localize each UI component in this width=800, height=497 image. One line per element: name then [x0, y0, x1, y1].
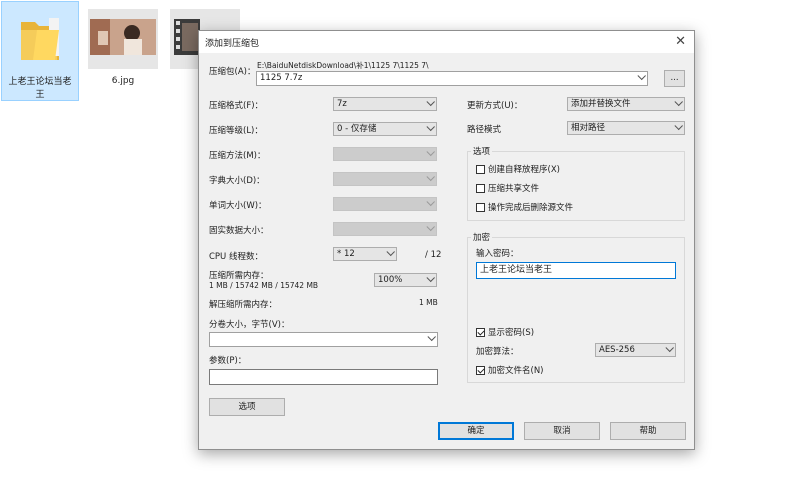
- shared-label: 压缩共享文件: [488, 184, 540, 194]
- cpu-total: / 12: [425, 250, 442, 260]
- decomp-label: 解压缩所需内存：: [209, 300, 278, 310]
- archive-name-combo[interactable]: 1125 7.7z: [256, 71, 648, 86]
- format-select[interactable]: 7z: [333, 97, 437, 111]
- checkbox-box[interactable]: [476, 365, 485, 375]
- cpu-select[interactable]: * 12: [333, 247, 397, 261]
- checkbox-box[interactable]: [476, 327, 485, 337]
- method-select: [333, 147, 437, 161]
- method-label: 压缩方法(M)：: [209, 151, 266, 161]
- path-mode-label: 路径模式: [467, 125, 502, 135]
- desktop-icon-label: 6.jpg: [111, 76, 135, 86]
- params-label: 参数(P)：: [209, 356, 247, 366]
- password-label: 输入密码：: [476, 249, 519, 259]
- sfx-checkbox[interactable]: 创建自释放程序(X): [476, 163, 560, 175]
- enc-method-select[interactable]: AES-256: [595, 343, 676, 357]
- browse-button[interactable]: ...: [664, 70, 685, 87]
- enc-method-label: 加密算法：: [476, 347, 519, 357]
- options-group-title: 选项: [471, 145, 493, 157]
- help-button[interactable]: 帮助: [610, 422, 686, 440]
- checkbox-box[interactable]: [476, 164, 485, 174]
- photo-icon: [90, 19, 156, 55]
- word-label: 单词大小(W)：: [209, 201, 267, 211]
- dict-select: [333, 172, 437, 186]
- mem-percent-select[interactable]: 100%: [374, 273, 437, 287]
- password-value: 上老王论坛当老王: [480, 265, 553, 275]
- level-label: 压缩等级(L)：: [209, 126, 263, 136]
- dict-label: 字典大小(D)：: [209, 176, 265, 186]
- level-value: 0 - 仅存储: [337, 124, 377, 134]
- format-value: 7z: [337, 99, 347, 109]
- encrypt-names-checkbox[interactable]: 加密文件名(N): [476, 364, 544, 376]
- ok-button[interactable]: 确定: [438, 422, 514, 440]
- chevron-down-icon: [426, 97, 435, 107]
- chevron-down-icon: [426, 197, 435, 207]
- chevron-down-icon: [386, 247, 395, 257]
- options-button[interactable]: 选项: [209, 398, 285, 416]
- image-thumbnail: [88, 9, 158, 69]
- enc-method-value: AES-256: [599, 345, 635, 355]
- encrypt-names-label: 加密文件名(N): [488, 366, 544, 376]
- decomp-value: 1 MB: [419, 298, 438, 307]
- volume-combo[interactable]: [209, 332, 438, 347]
- desktop-icon-label: 上老王论坛当老 王: [8, 77, 72, 100]
- format-label: 压缩格式(F)：: [209, 101, 264, 111]
- delete-after-label: 操作完成后删除源文件: [488, 203, 574, 213]
- chevron-down-icon: [665, 343, 674, 353]
- solid-select: [333, 222, 437, 236]
- level-select[interactable]: 0 - 仅存储: [333, 122, 437, 136]
- chevron-down-icon: [426, 222, 435, 232]
- title-bar[interactable]: 添加到压缩包 ✕: [199, 31, 694, 53]
- show-password-checkbox[interactable]: 显示密码(S): [476, 326, 534, 338]
- cpu-label: CPU 线程数：: [209, 252, 263, 262]
- sfx-label: 创建自释放程序(X): [488, 165, 560, 175]
- chevron-down-icon: [637, 71, 646, 81]
- password-input[interactable]: 上老王论坛当老王: [476, 262, 676, 279]
- chevron-down-icon: [426, 147, 435, 157]
- cpu-value: * 12: [337, 249, 355, 259]
- chevron-down-icon: [427, 332, 436, 342]
- update-label: 更新方式(U)：: [467, 101, 523, 111]
- show-password-label: 显示密码(S): [488, 328, 535, 338]
- dialog-title: 添加到压缩包: [205, 39, 260, 49]
- checkbox-box[interactable]: [476, 202, 485, 212]
- delete-after-checkbox[interactable]: 操作完成后删除源文件: [476, 201, 573, 213]
- chevron-down-icon: [674, 97, 683, 107]
- mem-label: 压缩所需内存：: [209, 271, 269, 281]
- chevron-down-icon: [426, 122, 435, 132]
- mem-detail: 1 MB / 15742 MB / 15742 MB: [209, 281, 319, 290]
- params-input[interactable]: [209, 369, 438, 385]
- archive-path: E:\BaiduNetdiskDownload\补1\1125 7\1125 7…: [257, 61, 429, 70]
- checkbox-box[interactable]: [476, 183, 485, 193]
- path-mode-value: 相对路径: [571, 123, 606, 133]
- desktop-folder-icon-item[interactable]: 上老王论坛当老 王: [1, 1, 79, 101]
- mem-percent-value: 100%: [378, 275, 403, 285]
- volume-label: 分卷大小，字节(V)：: [209, 320, 290, 330]
- word-select: [333, 197, 437, 211]
- chevron-down-icon: [426, 273, 435, 283]
- update-select[interactable]: 添加并替换文件: [567, 97, 685, 111]
- close-icon[interactable]: ✕: [675, 34, 686, 49]
- encryption-group-title: 加密: [471, 231, 493, 243]
- shared-checkbox[interactable]: 压缩共享文件: [476, 182, 539, 194]
- update-value: 添加并替换文件: [571, 99, 631, 109]
- path-mode-select[interactable]: 相对路径: [567, 121, 685, 135]
- archive-label: 压缩包(A)：: [209, 67, 256, 77]
- chevron-down-icon: [674, 121, 683, 131]
- cancel-button[interactable]: 取消: [524, 422, 600, 440]
- desktop-image-item[interactable]: 6.jpg: [84, 1, 162, 101]
- folder-icon: [21, 18, 59, 60]
- add-to-archive-dialog: 添加到压缩包 ✕ 压缩包(A)： E:\BaiduNetdiskDownload…: [198, 30, 695, 450]
- archive-name-value: 1125 7.7z: [260, 73, 303, 83]
- chevron-down-icon: [426, 172, 435, 182]
- solid-label: 固实数据大小：: [209, 226, 269, 236]
